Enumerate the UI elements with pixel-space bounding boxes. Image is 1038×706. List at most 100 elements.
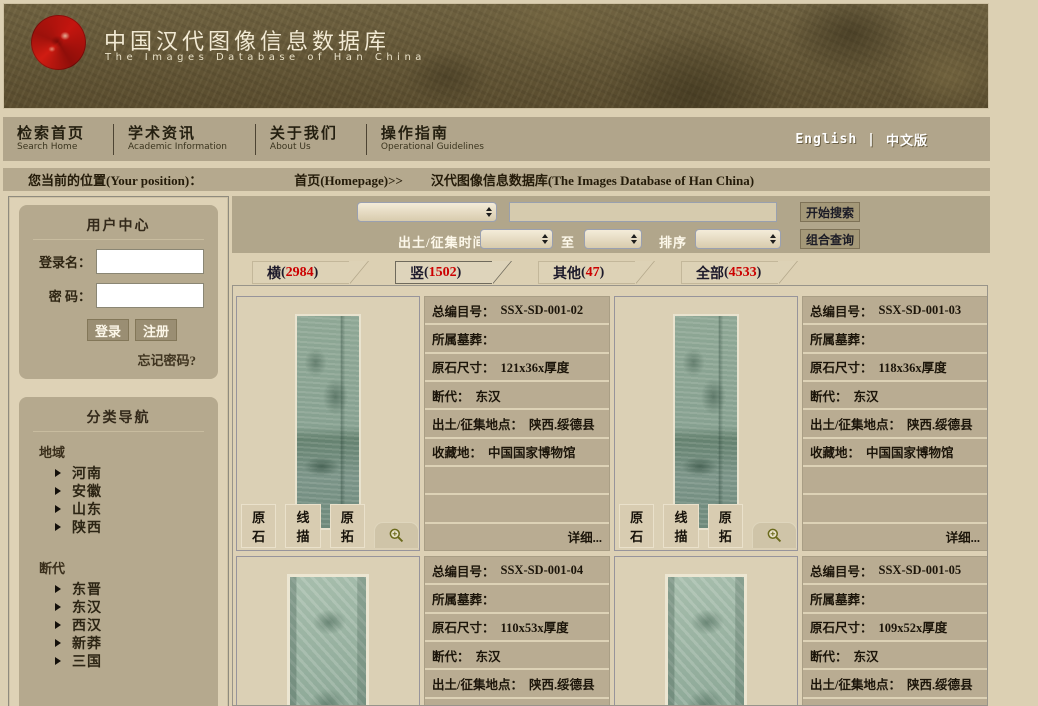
user-center-panel: 用户中心 登录名： 密 码： 登录 注册 忘记密码?: [19, 205, 218, 379]
year-from-select[interactable]: [480, 229, 553, 249]
field-label: 原石尺寸：: [810, 357, 873, 376]
field-label: 总编目号：: [810, 301, 873, 320]
tab-count: 2984: [286, 265, 314, 281]
catalog-no: SSX-SD-001-02: [501, 303, 584, 318]
sort-select[interactable]: [695, 229, 781, 249]
category-item-shaanxi[interactable]: 陕西: [55, 518, 218, 536]
category-item-henan[interactable]: 河南: [55, 464, 218, 482]
results-area: 原石 线描 原拓 总编目号：SSX-SD-001-02 所属墓葬：: [232, 285, 988, 706]
field-label: 收藏地：: [432, 442, 482, 461]
nav-label-zh: 检索首页: [17, 126, 85, 142]
nav-about-us[interactable]: 关于我们 About Us: [255, 124, 366, 155]
nav-label-en: About Us: [270, 142, 338, 153]
period: 东汉: [854, 646, 879, 665]
view-stone-button[interactable]: 原石: [241, 504, 276, 548]
magnifier-icon: [388, 527, 405, 544]
view-line-drawing-button[interactable]: 线描: [663, 504, 698, 548]
lang-chinese-link[interactable]: 中文版: [886, 130, 928, 149]
nav-label-en: Academic Information: [128, 142, 227, 153]
category-item-donghan[interactable]: 东汉: [55, 598, 218, 616]
period: 东汉: [476, 646, 501, 665]
stepper-arrows-icon: [631, 234, 637, 244]
field-label: 断代：: [432, 386, 470, 405]
field-label: 出土/征集地点：: [810, 674, 901, 693]
category-item-xihan[interactable]: 西汉: [55, 616, 218, 634]
card-info: 总编目号：SSX-SD-001-02 所属墓葬： 原石尺寸：121x36x厚度 …: [424, 296, 610, 551]
category-item-anhui[interactable]: 安徽: [55, 482, 218, 500]
category-group-region: 地域: [39, 442, 218, 461]
view-stone-button[interactable]: 原石: [619, 504, 654, 548]
category-group-period: 断代: [39, 558, 218, 577]
field-label: 原石尺寸：: [432, 357, 495, 376]
card-image-panel: 原石 线描 原拓: [614, 556, 798, 706]
empty-row: [803, 467, 987, 495]
year-to-select[interactable]: [584, 229, 642, 249]
nav-academic-information[interactable]: 学术资讯 Academic Information: [113, 124, 255, 155]
zoom-button[interactable]: [374, 522, 419, 548]
nav-operational-guidelines[interactable]: 操作指南 Operational Guidelines: [366, 124, 512, 155]
login-button[interactable]: 登录: [87, 319, 129, 341]
artifact-thumbnail[interactable]: [665, 574, 747, 706]
nav-label-zh: 学术资讯: [128, 126, 227, 142]
tab-horizontal[interactable]: 横(2984): [252, 261, 349, 284]
password-input[interactable]: [96, 283, 204, 308]
view-rubbing-button[interactable]: 原拓: [708, 504, 743, 548]
category-item-xinmang[interactable]: 新莽: [55, 634, 218, 652]
period: 东汉: [476, 386, 501, 405]
login-name-input[interactable]: [96, 249, 204, 274]
breadcrumb-home-link[interactable]: 首页(Homepage)>>: [294, 170, 403, 189]
tab-other[interactable]: 其他(47): [538, 261, 635, 284]
detail-link[interactable]: 详细...: [946, 527, 980, 546]
card-info: 总编目号：SSX-SD-001-03 所属墓葬： 原石尺寸：118x36x厚度 …: [802, 296, 988, 551]
artifact-thumbnail[interactable]: [673, 314, 739, 530]
period: 东汉: [854, 386, 879, 405]
forgot-password-link[interactable]: 忘记密码?: [19, 350, 196, 369]
nav-label-zh: 操作指南: [381, 126, 484, 142]
combined-query-button[interactable]: 组合查询: [800, 229, 860, 249]
view-rubbing-button[interactable]: 原拓: [330, 504, 365, 548]
triangle-bullet-icon: [55, 523, 61, 531]
result-tabs: 横(2984) 竖(1502) 其他(47) 全部(4533): [252, 261, 824, 284]
field-label: 收藏地：: [810, 702, 860, 706]
keyword-input[interactable]: [509, 202, 777, 222]
view-line-drawing-button[interactable]: 线描: [285, 504, 320, 548]
field-label: 出土/征集地点：: [432, 414, 523, 433]
tab-vertical[interactable]: 竖(1502): [395, 261, 492, 284]
collection-place: 中国国家博物馆: [866, 702, 954, 706]
nav-search-home[interactable]: 检索首页 Search Home: [3, 124, 113, 155]
lang-english-link[interactable]: English: [795, 132, 857, 147]
register-button[interactable]: 注册: [135, 319, 177, 341]
artifact-thumbnail[interactable]: [295, 314, 361, 530]
card-image-panel: 原石 线描 原拓: [236, 556, 420, 706]
field-label: 原石尺寸：: [432, 617, 495, 636]
breadcrumb: 您当前的位置(Your position)： 首页(Homepage)>> 汉代…: [3, 168, 990, 191]
zoom-button[interactable]: [752, 522, 797, 548]
detail-link[interactable]: 详细...: [568, 527, 602, 546]
to-label: 至: [561, 232, 575, 251]
category-select[interactable]: [357, 202, 497, 222]
page: 中国汉代图像信息数据库 The Images Database of Han C…: [0, 0, 1038, 706]
excavation-time-label: 出土/征集时间: [398, 232, 487, 251]
category-nav-title: 分类导航: [33, 397, 204, 432]
nav-label-en: Operational Guidelines: [381, 142, 484, 153]
category-item-sanguo[interactable]: 三国: [55, 652, 218, 670]
category-item-dongjin[interactable]: 东晋: [55, 580, 218, 598]
artifact-thumbnail[interactable]: [287, 574, 369, 706]
collection-place: 中国国家博物馆: [488, 442, 576, 461]
start-search-button[interactable]: 开始搜索: [800, 202, 860, 222]
password-label: 密 码：: [29, 286, 91, 305]
tab-all[interactable]: 全部(4533): [681, 261, 778, 284]
catalog-no: SSX-SD-001-05: [879, 563, 962, 578]
triangle-bullet-icon: [55, 621, 61, 629]
triangle-bullet-icon: [55, 469, 61, 477]
tab-count: 1502: [429, 265, 457, 281]
empty-row: [425, 467, 609, 495]
stepper-arrows-icon: [770, 234, 776, 244]
category-item-shandong[interactable]: 山东: [55, 500, 218, 518]
sidebar: 用户中心 登录名： 密 码： 登录 注册 忘记密码? 分类导航 地域 河南: [8, 196, 229, 706]
field-label: 总编目号：: [810, 561, 873, 580]
stepper-arrows-icon: [542, 234, 548, 244]
main-nav: 检索首页 Search Home 学术资讯 Academic Informati…: [3, 117, 990, 161]
triangle-bullet-icon: [55, 639, 61, 647]
stone-size: 110x53x厚度: [501, 617, 569, 636]
